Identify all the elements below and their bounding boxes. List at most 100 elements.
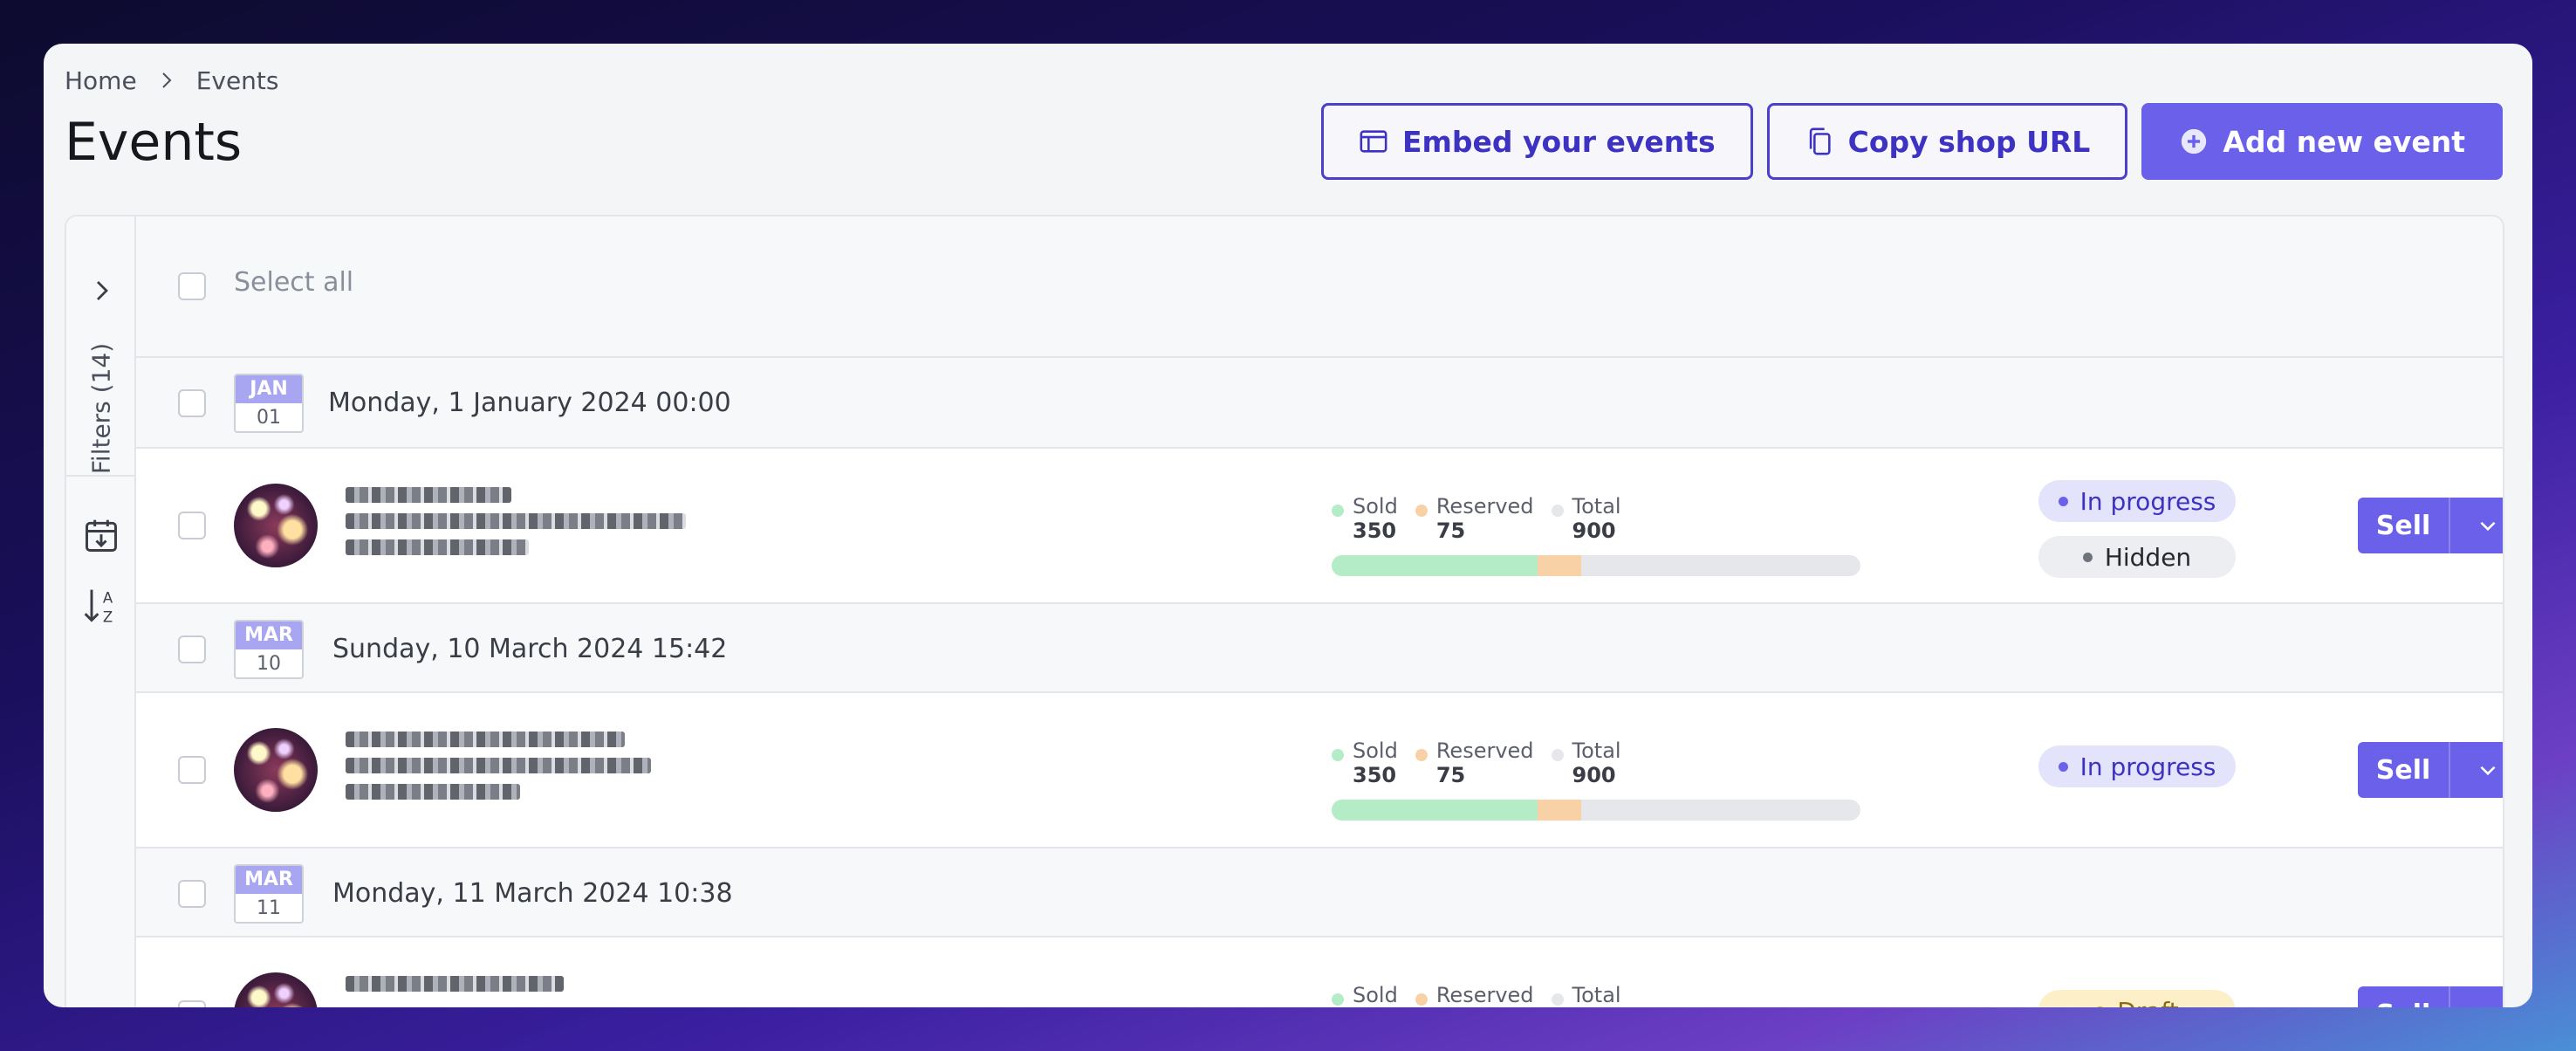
date-group-checkbox[interactable]	[178, 389, 206, 417]
reserved-label: Reserved	[1435, 738, 1534, 763]
date-badge-day: 10	[257, 653, 281, 675]
date-group-text: Monday, 11 March 2024 10:38	[332, 878, 733, 909]
sold-dot	[1332, 993, 1344, 1006]
event-details-redacted	[346, 732, 651, 810]
date-badge: MAR 10	[234, 620, 304, 679]
date-group-header: MAR 10 Sunday, 10 March 2024 15:42	[136, 602, 2503, 693]
embed-events-label: Embed your events	[1401, 124, 1716, 159]
add-new-event-button[interactable]: Add new event	[2141, 103, 2503, 180]
plus-circle-icon	[2182, 128, 2207, 155]
sold-value: 350	[1353, 519, 1397, 543]
total-dot	[1551, 749, 1564, 761]
sell-dropdown-button[interactable]	[2449, 742, 2503, 798]
total-label: Total	[1572, 738, 1621, 763]
select-all-checkbox[interactable]	[178, 272, 206, 300]
reserved-dot	[1415, 505, 1428, 517]
sold-value: 350	[1353, 763, 1397, 787]
status-badges: In progress Hidden	[2038, 480, 2236, 592]
expand-filters-icon[interactable]	[89, 278, 115, 304]
browser-window-icon	[1360, 130, 1387, 153]
sort-az-icon[interactable]: AZ	[82, 585, 120, 627]
sold-dot	[1332, 505, 1344, 517]
status-badge-label: Draft	[2117, 997, 2179, 1008]
event-row[interactable]: Sold 350 Reserved 75 Total 900 In progress …	[136, 449, 2503, 602]
calendar-download-icon[interactable]	[82, 517, 120, 555]
sidebar-divider	[66, 475, 136, 477]
event-details-redacted	[346, 976, 564, 1002]
copy-shop-url-button[interactable]: Copy shop URL	[1766, 103, 2128, 180]
date-group-checkbox[interactable]	[178, 880, 206, 908]
sold-dot	[1332, 749, 1344, 761]
total-label: Total	[1572, 983, 1621, 1007]
event-checkbox[interactable]	[178, 512, 206, 539]
status-badge: In progress	[2038, 480, 2236, 522]
svg-text:A: A	[103, 589, 113, 606]
ticket-progress-bar	[1332, 800, 1860, 821]
event-checkbox[interactable]	[178, 756, 206, 784]
embed-events-button[interactable]: Embed your events	[1320, 103, 1753, 180]
sell-button[interactable]: Sell	[2358, 986, 2449, 1007]
sold-label: Sold	[1353, 494, 1398, 519]
reserved-label: Reserved	[1435, 494, 1534, 519]
date-group-header: JAN 01 Monday, 1 January 2024 00:00	[136, 358, 2503, 449]
event-thumbnail	[234, 728, 318, 812]
reserved-value: 75	[1435, 519, 1466, 543]
status-badges: Draft	[2038, 990, 2236, 1007]
breadcrumb: Home Events	[65, 56, 279, 105]
sell-dropdown-button[interactable]	[2449, 986, 2503, 1007]
date-badge-day: 01	[257, 407, 281, 429]
breadcrumb-home[interactable]: Home	[65, 66, 137, 95]
sold-fill	[1332, 800, 1538, 821]
sell-button-group: Sell	[2358, 742, 2503, 798]
event-details-redacted	[346, 487, 686, 566]
status-badges: In progress	[2038, 745, 2236, 801]
date-badge-day: 11	[257, 897, 281, 919]
event-thumbnail	[234, 484, 318, 567]
sell-dropdown-button[interactable]	[2449, 498, 2503, 553]
date-group-text: Monday, 1 January 2024 00:00	[328, 388, 731, 418]
copy-icon	[1809, 127, 1831, 155]
visibility-badge-label: Hidden	[2104, 542, 2192, 572]
select-all-label[interactable]: Select all	[234, 267, 353, 298]
date-badge-month: JAN	[236, 375, 302, 403]
date-group-text: Sunday, 10 March 2024 15:42	[332, 634, 728, 664]
total-dot	[1551, 993, 1564, 1006]
event-thumbnail	[234, 972, 318, 1007]
status-badge: In progress	[2038, 745, 2236, 787]
total-value: 900	[1572, 763, 1616, 787]
chevron-down-icon	[2480, 766, 2496, 776]
status-badge: Draft	[2038, 990, 2236, 1007]
ticket-progress-bar	[1332, 555, 1860, 576]
copy-shop-url-label: Copy shop URL	[1847, 124, 2091, 159]
reserved-fill	[1537, 800, 1582, 821]
reserved-dot	[1415, 749, 1428, 761]
visibility-badge: Hidden	[2038, 536, 2236, 578]
event-row[interactable]: Sold 350 Reserved 75 Total 900 In progress …	[136, 693, 2503, 847]
chevron-down-icon	[2477, 1003, 2499, 1007]
total-dot	[1551, 505, 1564, 517]
sell-button[interactable]: Sell	[2358, 742, 2449, 798]
page-title: Events	[65, 112, 243, 173]
events-list: Select all JAN 01 Monday, 1 January 2024…	[136, 216, 2503, 1007]
filters-toggle-label[interactable]: Filters (14)	[87, 343, 116, 474]
chevron-down-icon	[2480, 521, 2496, 532]
total-label: Total	[1572, 494, 1621, 519]
sell-button[interactable]: Sell	[2358, 498, 2449, 553]
reserved-value: 75	[1435, 763, 1466, 787]
events-panel: Filters (14) AZ Select all JAN 01 Monday…	[65, 215, 2504, 1007]
filters-sidebar: Filters (14) AZ	[66, 216, 136, 1007]
event-row[interactable]: Sold350 Reserved75 Total900 Draft Sell	[136, 938, 2503, 1007]
svg-text:Z: Z	[103, 608, 113, 625]
date-group-header: MAR 11 Monday, 11 March 2024 10:38	[136, 847, 2503, 938]
sell-button-group: Sell	[2358, 498, 2503, 553]
ticket-stats: Sold350 Reserved75 Total900	[1332, 983, 1860, 1007]
total-value: 900	[1572, 519, 1616, 543]
date-group-checkbox[interactable]	[178, 635, 206, 663]
date-badge: MAR 11	[234, 864, 304, 924]
date-badge: JAN 01	[234, 374, 304, 433]
header-actions: Embed your events Copy shop URL Add new …	[1320, 103, 2503, 180]
event-checkbox[interactable]	[178, 1000, 206, 1007]
date-badge-month: MAR	[236, 622, 302, 649]
sell-button-group: Sell	[2358, 986, 2503, 1007]
ticket-stats: Sold350 Reserved75 Total900	[1332, 494, 1860, 576]
